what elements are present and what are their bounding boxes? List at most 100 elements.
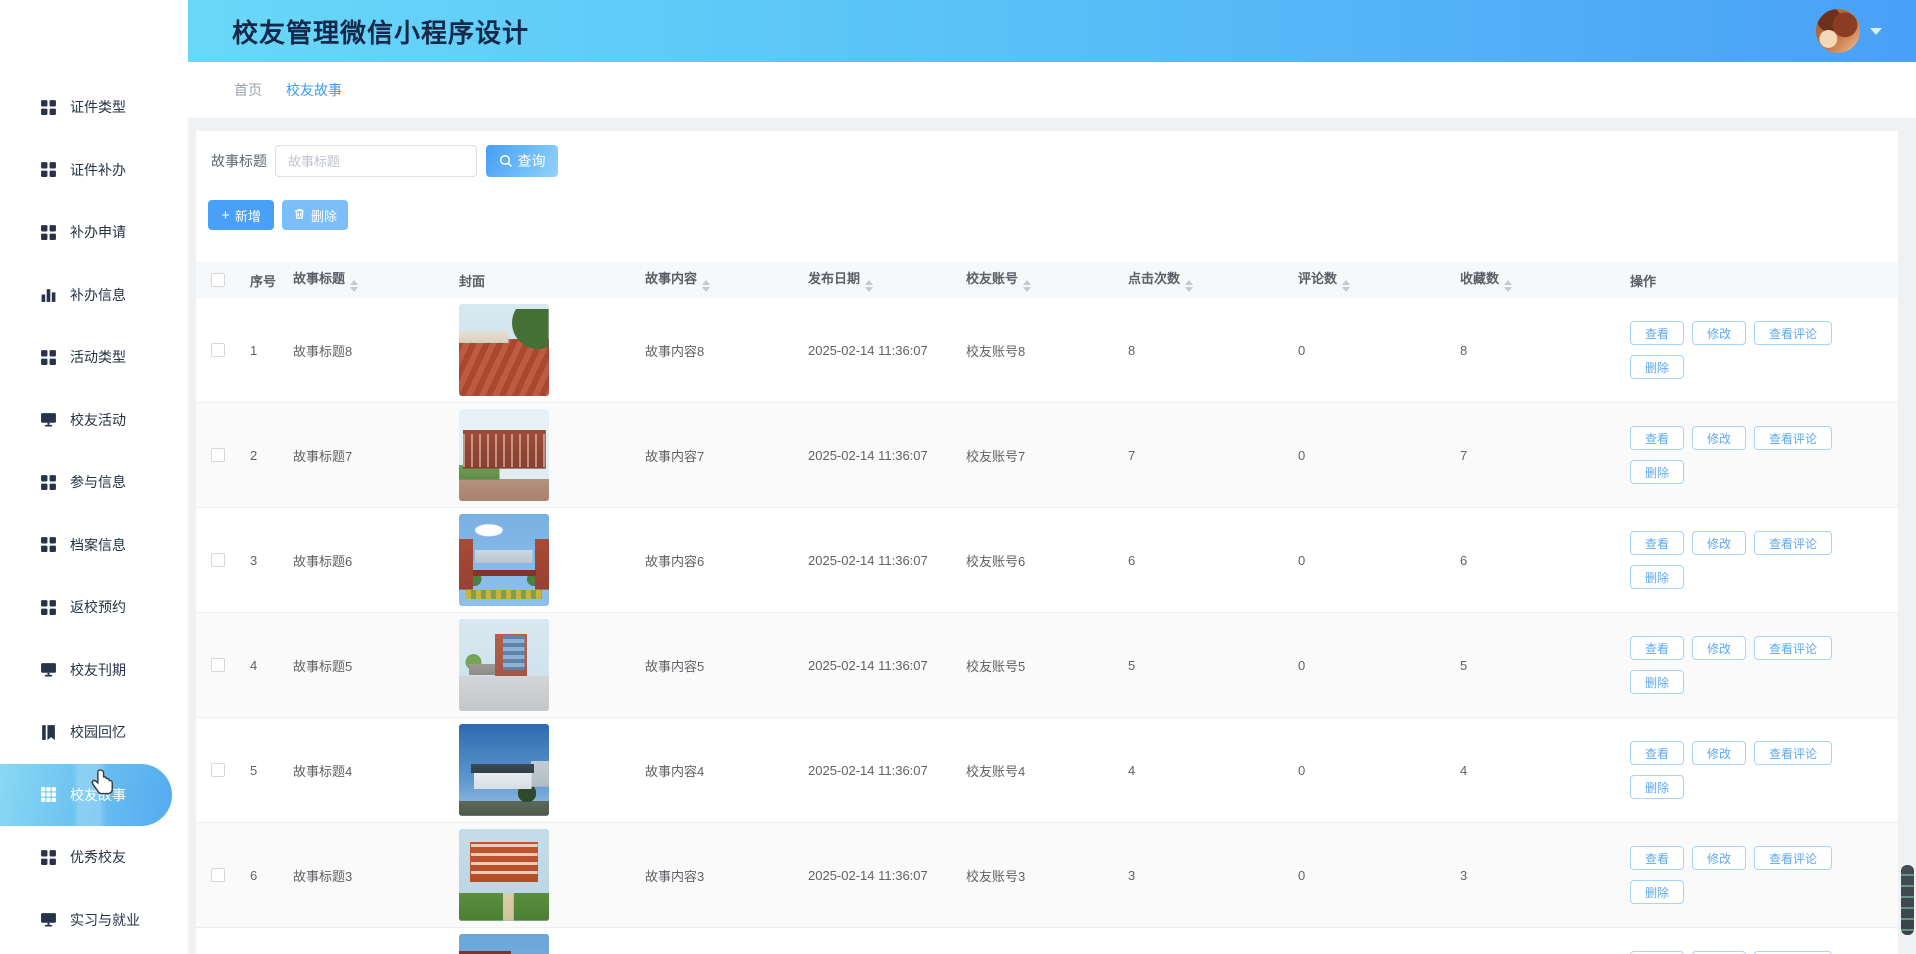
select-all-checkbox[interactable]	[211, 273, 225, 287]
bar-chart-icon	[40, 286, 57, 303]
story-title-cell: 故事标题6	[283, 551, 449, 570]
view-comments-button[interactable]: 查看评论	[1754, 426, 1832, 450]
sidebar-item-certificate-reissue[interactable]: 证件补办	[0, 139, 188, 202]
view-comments-button[interactable]: 查看评论	[1754, 321, 1832, 345]
view-comments-button[interactable]: 查看评论	[1754, 531, 1832, 555]
row-index: 3	[240, 553, 283, 568]
sidebar-item-activity-type[interactable]: 活动类型	[0, 326, 188, 389]
story-title-cell: 故事标题8	[283, 341, 449, 360]
column-header-actions: 操作	[1620, 271, 1898, 290]
story-title-cell: 故事标题3	[283, 866, 449, 885]
column-header-comments[interactable]: 评论数	[1288, 268, 1450, 292]
account-cell: 校友账号8	[956, 341, 1118, 360]
table-row: 3 故事标题6 故事内容6 2025-02-14 11:36:07 校友账号6 …	[196, 508, 1898, 613]
edit-button[interactable]: 修改	[1692, 636, 1746, 660]
view-button[interactable]: 查看	[1630, 636, 1684, 660]
column-header-title[interactable]: 故事标题	[283, 268, 449, 292]
column-header-clicks[interactable]: 点击次数	[1118, 268, 1288, 292]
sidebar-item-archive-info[interactable]: 档案信息	[0, 514, 188, 577]
sort-carets-icon[interactable]	[1342, 280, 1350, 292]
query-button[interactable]: 查询	[486, 145, 558, 177]
view-button[interactable]: 查看	[1630, 531, 1684, 555]
column-header-cover: 封面	[449, 271, 635, 290]
edit-button[interactable]: 修改	[1692, 846, 1746, 870]
sidebar-item-reissue-apply[interactable]: 补办申请	[0, 201, 188, 264]
search-icon	[499, 154, 513, 168]
sidebar-item-alumni-activity[interactable]: 校友活动	[0, 389, 188, 452]
row-checkbox[interactable]	[211, 343, 225, 357]
sidebar-item-label: 校园回忆	[70, 722, 126, 742]
sidebar-item-label: 返校预约	[70, 597, 126, 617]
story-table: 序号 故事标题 封面 故事内容 发布日期 校友账号 点击次数 评论数 收藏数 操…	[196, 262, 1898, 954]
sidebar-item-alumni-story[interactable]: 校友故事	[0, 764, 172, 827]
comments-cell: 0	[1288, 553, 1450, 568]
sidebar-item-certificate-type[interactable]: 证件类型	[0, 76, 188, 139]
breadcrumb-current[interactable]: 校友故事	[286, 80, 342, 100]
view-button[interactable]: 查看	[1630, 741, 1684, 765]
column-header-favorites[interactable]: 收藏数	[1450, 268, 1620, 292]
grid-icon	[40, 349, 57, 366]
edit-button[interactable]: 修改	[1692, 531, 1746, 555]
edit-button[interactable]: 修改	[1692, 321, 1746, 345]
view-button[interactable]: 查看	[1630, 321, 1684, 345]
table-row: 4 故事标题5 故事内容5 2025-02-14 11:36:07 校友账号5 …	[196, 613, 1898, 718]
breadcrumb-home[interactable]: 首页	[234, 80, 262, 100]
sidebar-item-internship-employment[interactable]: 实习与就业	[0, 889, 188, 952]
monitor-icon	[40, 661, 57, 678]
page-scrollbar-thumb[interactable]	[1901, 865, 1914, 935]
sidebar-item-reissue-info[interactable]: 补办信息	[0, 264, 188, 327]
view-comments-button[interactable]: 查看评论	[1754, 741, 1832, 765]
sidebar-item-participation-info[interactable]: 参与信息	[0, 451, 188, 514]
favorites-cell: 5	[1450, 658, 1620, 673]
row-checkbox[interactable]	[211, 553, 225, 567]
column-header-date[interactable]: 发布日期	[798, 268, 956, 292]
sidebar-item-label: 优秀校友	[70, 847, 126, 867]
view-comments-button[interactable]: 查看评论	[1754, 636, 1832, 660]
grid-icon	[40, 161, 57, 178]
column-header-account[interactable]: 校友账号	[956, 268, 1118, 292]
sidebar-item-campus-memory[interactable]: 校园回忆	[0, 701, 188, 764]
row-index: 1	[240, 343, 283, 358]
row-checkbox[interactable]	[211, 448, 225, 462]
delete-row-button[interactable]: 删除	[1630, 460, 1684, 484]
delete-row-button[interactable]: 删除	[1630, 670, 1684, 694]
sort-carets-icon[interactable]	[1504, 280, 1512, 292]
table-row: 7 故事标题2 故事内容2 2025-02-14 11:36:07 校友账号2 …	[196, 928, 1898, 954]
sidebar-item-label: 校友故事	[70, 785, 126, 805]
sidebar-item-outstanding-alumni[interactable]: 优秀校友	[0, 826, 188, 889]
edit-button[interactable]: 修改	[1692, 741, 1746, 765]
sort-carets-icon[interactable]	[702, 280, 710, 292]
view-comments-button[interactable]: 查看评论	[1754, 846, 1832, 870]
column-header-content[interactable]: 故事内容	[635, 268, 798, 292]
sort-carets-icon[interactable]	[1023, 280, 1031, 292]
clicks-cell: 8	[1118, 343, 1288, 358]
comments-cell: 0	[1288, 658, 1450, 673]
caret-down-icon[interactable]	[1870, 28, 1882, 35]
search-input[interactable]	[275, 145, 477, 177]
edit-button[interactable]: 修改	[1692, 426, 1746, 450]
account-cell: 校友账号6	[956, 551, 1118, 570]
user-menu[interactable]	[1816, 9, 1882, 53]
sidebar-item-return-reservation[interactable]: 返校预约	[0, 576, 188, 639]
row-checkbox[interactable]	[211, 868, 225, 882]
delete-button[interactable]: 删除	[282, 200, 348, 230]
sidebar-item-alumni-journal[interactable]: 校友刊期	[0, 639, 188, 702]
sort-carets-icon[interactable]	[1185, 280, 1193, 292]
row-checkbox[interactable]	[211, 763, 225, 777]
delete-row-button[interactable]: 删除	[1630, 355, 1684, 379]
row-index: 5	[240, 763, 283, 778]
delete-row-button[interactable]: 删除	[1630, 880, 1684, 904]
page-title: 校友管理微信小程序设计	[232, 13, 529, 50]
publish-date-cell: 2025-02-14 11:36:07	[798, 553, 956, 568]
view-button[interactable]: 查看	[1630, 846, 1684, 870]
favorites-cell: 7	[1450, 448, 1620, 463]
sort-carets-icon[interactable]	[865, 280, 873, 292]
row-checkbox[interactable]	[211, 658, 225, 672]
sort-carets-icon[interactable]	[350, 280, 358, 292]
account-cell: 校友账号3	[956, 866, 1118, 885]
add-button[interactable]: + 新增	[208, 200, 274, 230]
avatar[interactable]	[1816, 9, 1860, 53]
delete-row-button[interactable]: 删除	[1630, 775, 1684, 799]
view-button[interactable]: 查看	[1630, 426, 1684, 450]
delete-row-button[interactable]: 删除	[1630, 565, 1684, 589]
